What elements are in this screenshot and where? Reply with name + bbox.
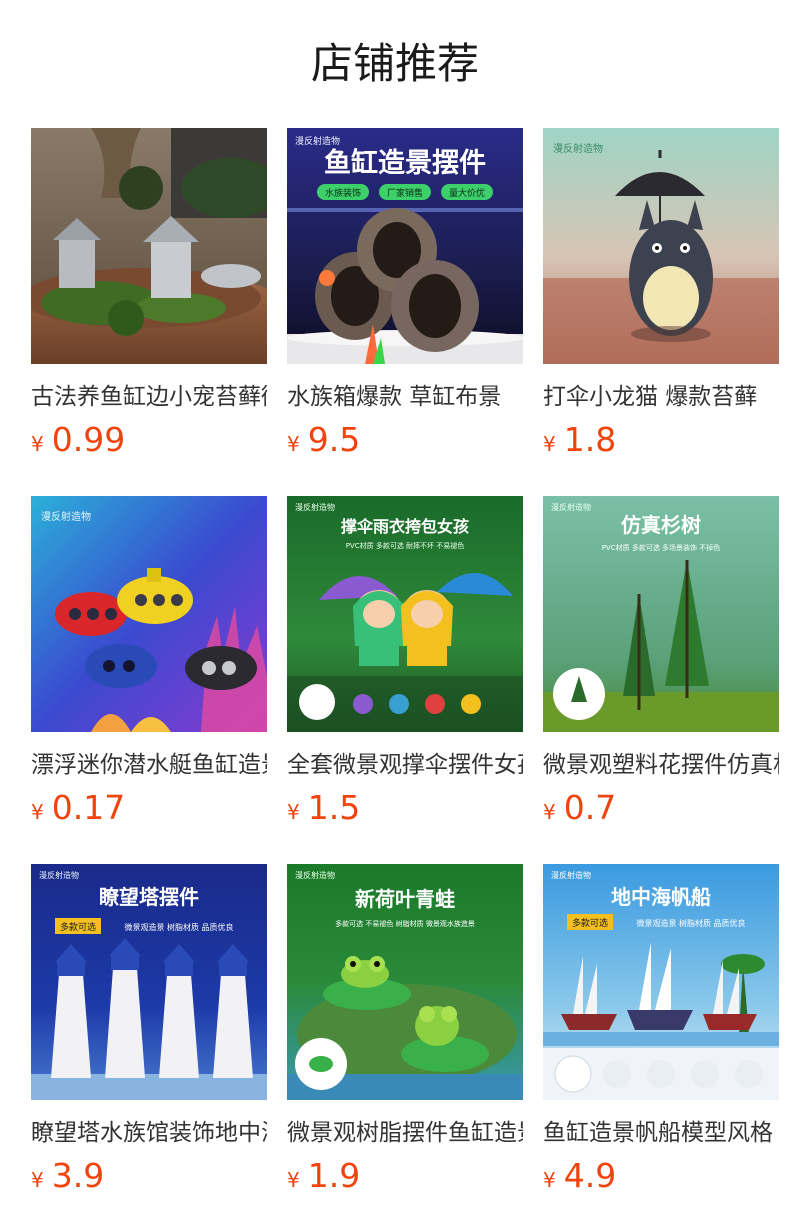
product-card[interactable]: 漫反射造物 漂浮迷你潜水艇鱼缸造景 ¥ 0.17 — [31, 496, 267, 832]
image-subtitle: PVC材质 多款可选 多场景装饰 不掉色 — [602, 543, 721, 552]
raincoat-kids-image: 漫反射造物 撑伞雨衣挎包女孩 PVC材质 多款可选 耐摔不坏 不易褪色 — [287, 496, 523, 732]
brand-logo: 漫反射造物 — [551, 502, 591, 512]
image-badge: 量大价优 — [449, 187, 485, 199]
image-subtitle: 多款可选 不易褪色 树脂材质 微景观水族造景 — [335, 919, 475, 928]
product-price: ¥0.7 — [543, 788, 779, 828]
currency-symbol: ¥ — [31, 432, 44, 456]
image-subtitle: 微景观造景 树脂材质 品质优良 — [124, 922, 233, 932]
product-name[interactable]: 全套微景观撑伞摆件女孩 — [287, 748, 523, 782]
product-price: ¥0.17 — [31, 788, 267, 828]
product-card[interactable]: 漫反射造物 新荷叶青蛙 多款可选 不易褪色 树脂材质 微景观水族造景 微景观树脂… — [287, 864, 523, 1200]
image-headline: 鱼缸造景摆件 — [324, 147, 486, 179]
price-value: 1.5 — [307, 788, 361, 827]
image-badge: 厂家销售 — [387, 187, 423, 199]
product-image[interactable]: 漫反射造物 新荷叶青蛙 多款可选 不易褪色 树脂材质 微景观水族造景 — [287, 864, 523, 1100]
currency-symbol: ¥ — [31, 800, 44, 824]
product-name[interactable]: 打伞小龙猫 爆款苔藓 — [543, 380, 779, 414]
brand-logo: 漫反射造物 — [295, 870, 335, 880]
product-name[interactable]: 水族箱爆款 草缸布景 — [287, 380, 523, 414]
image-subtitle: 微景观造景 树脂材质 品质优良 — [636, 918, 745, 928]
product-price: ¥9.5 — [287, 420, 523, 460]
product-card[interactable]: 漫反射造物 鱼缸造景摆件 水族装饰 厂家销售 量大价优 水族箱爆款 草缸布景 ¥… — [287, 128, 523, 464]
image-headline: 地中海帆船 — [611, 885, 711, 909]
product-card[interactable]: 古法养鱼缸边小宠苔藓微景观 ¥0.99 — [31, 128, 267, 464]
brand-logo: 漫反射造物 — [39, 870, 79, 880]
brand-logo: 漫反射造物 — [553, 142, 603, 155]
product-card[interactable]: 漫反射造物 仿真杉树 PVC材质 多款可选 多场景装饰 不掉色 微景观塑料花摆件… — [543, 496, 779, 832]
image-badge: 水族装饰 — [325, 187, 361, 199]
product-name[interactable]: 瞭望塔水族馆装饰地中海 — [31, 1116, 267, 1150]
product-name[interactable]: 漂浮迷你潜水艇鱼缸造景 — [31, 748, 267, 782]
submarine-image: 漫反射造物 — [31, 496, 267, 732]
price-value: 3.9 — [51, 1156, 105, 1195]
lighthouse-image: 漫反射造物 瞭望塔摆件 多款可选 微景观造景 树脂材质 品质优良 — [31, 864, 267, 1100]
product-name[interactable]: 微景观树脂摆件鱼缸造景 — [287, 1116, 523, 1150]
image-tag: 多款可选 — [572, 917, 608, 929]
product-price: ¥0.99 — [31, 420, 267, 460]
price-value: 9.5 — [307, 420, 361, 459]
sailboat-image: 漫反射造物 地中海帆船 多款可选 微景观造景 树脂材质 品质优良 — [543, 864, 779, 1100]
product-price: ¥4.9 — [543, 1156, 779, 1196]
currency-symbol: ¥ — [287, 432, 300, 456]
product-image[interactable]: 漫反射造物 — [543, 128, 779, 364]
product-name[interactable]: 鱼缸造景帆船模型风格 — [543, 1116, 779, 1150]
product-price: ¥3.9 — [31, 1156, 267, 1196]
lotus-frog-image: 漫反射造物 新荷叶青蛙 多款可选 不易褪色 树脂材质 微景观水族造景 — [287, 864, 523, 1100]
product-image[interactable]: 漫反射造物 地中海帆船 多款可选 微景观造景 树脂材质 品质优良 — [543, 864, 779, 1100]
image-headline: 新荷叶青蛙 — [355, 887, 455, 911]
brand-logo: 漫反射造物 — [295, 502, 335, 512]
product-grid: 古法养鱼缸边小宠苔藓微景观 ¥0.99 漫反射造物 鱼缸造景摆件 水族装饰 厂家… — [31, 128, 779, 1200]
product-price: ¥1.8 — [543, 420, 779, 460]
product-price: ¥1.5 — [287, 788, 523, 828]
price-value: 1.9 — [307, 1156, 361, 1195]
price-value: 4.9 — [563, 1156, 617, 1195]
image-headline: 仿真杉树 — [621, 513, 701, 537]
fir-tree-image: 漫反射造物 仿真杉树 PVC材质 多款可选 多场景装饰 不掉色 — [543, 496, 779, 732]
product-image[interactable]: 漫反射造物 撑伞雨衣挎包女孩 PVC材质 多款可选 耐摔不坏 不易褪色 — [287, 496, 523, 732]
product-card[interactable]: 漫反射造物 撑伞雨衣挎包女孩 PVC材质 多款可选 耐摔不坏 不易褪色 全套微景… — [287, 496, 523, 832]
currency-symbol: ¥ — [287, 1168, 300, 1192]
image-headline: 撑伞雨衣挎包女孩 — [341, 517, 469, 536]
currency-symbol: ¥ — [31, 1168, 44, 1192]
brand-logo: 漫反射造物 — [41, 510, 91, 523]
product-image[interactable]: 漫反射造物 鱼缸造景摆件 水族装饰 厂家销售 量大价优 — [287, 128, 523, 364]
currency-symbol: ¥ — [543, 432, 556, 456]
product-image[interactable]: 漫反射造物 瞭望塔摆件 多款可选 微景观造景 树脂材质 品质优良 — [31, 864, 267, 1100]
price-value: 0.17 — [51, 788, 126, 827]
brand-logo: 漫反射造物 — [551, 870, 591, 880]
barrel-image: 漫反射造物 鱼缸造景摆件 水族装饰 厂家销售 量大价优 — [287, 128, 523, 364]
pagoda-moss-image — [31, 128, 267, 364]
page-title: 店铺推荐 — [310, 39, 479, 88]
product-card[interactable]: 漫反射造物 瞭望塔摆件 多款可选 微景观造景 树脂材质 品质优良 瞭望塔水族馆装… — [31, 864, 267, 1200]
product-name[interactable]: 古法养鱼缸边小宠苔藓微景观 — [31, 380, 267, 414]
product-card[interactable]: 漫反射造物 地中海帆船 多款可选 微景观造景 树脂材质 品质优良 鱼缸造景帆船模… — [543, 864, 779, 1200]
product-image[interactable]: 漫反射造物 仿真杉树 PVC材质 多款可选 多场景装饰 不掉色 — [543, 496, 779, 732]
image-subtitle: PVC材质 多款可选 耐摔不坏 不易褪色 — [346, 541, 465, 550]
product-image[interactable] — [31, 128, 267, 364]
totoro-umbrella-image: 漫反射造物 — [543, 128, 779, 364]
currency-symbol: ¥ — [287, 800, 300, 824]
product-image[interactable]: 漫反射造物 — [31, 496, 267, 732]
product-price: ¥1.9 — [287, 1156, 523, 1196]
price-value: 0.99 — [51, 420, 126, 459]
price-value: 1.8 — [563, 420, 617, 459]
brand-logo: 漫反射造物 — [295, 135, 340, 147]
image-headline: 瞭望塔摆件 — [99, 885, 199, 909]
currency-symbol: ¥ — [543, 1168, 556, 1192]
image-tag: 多款可选 — [60, 921, 96, 933]
price-value: 0.7 — [563, 788, 617, 827]
product-card[interactable]: 漫反射造物 打伞小龙猫 爆款苔藓 ¥1.8 — [543, 128, 779, 464]
product-name[interactable]: 微景观塑料花摆件仿真杉树 — [543, 748, 779, 782]
currency-symbol: ¥ — [543, 800, 556, 824]
